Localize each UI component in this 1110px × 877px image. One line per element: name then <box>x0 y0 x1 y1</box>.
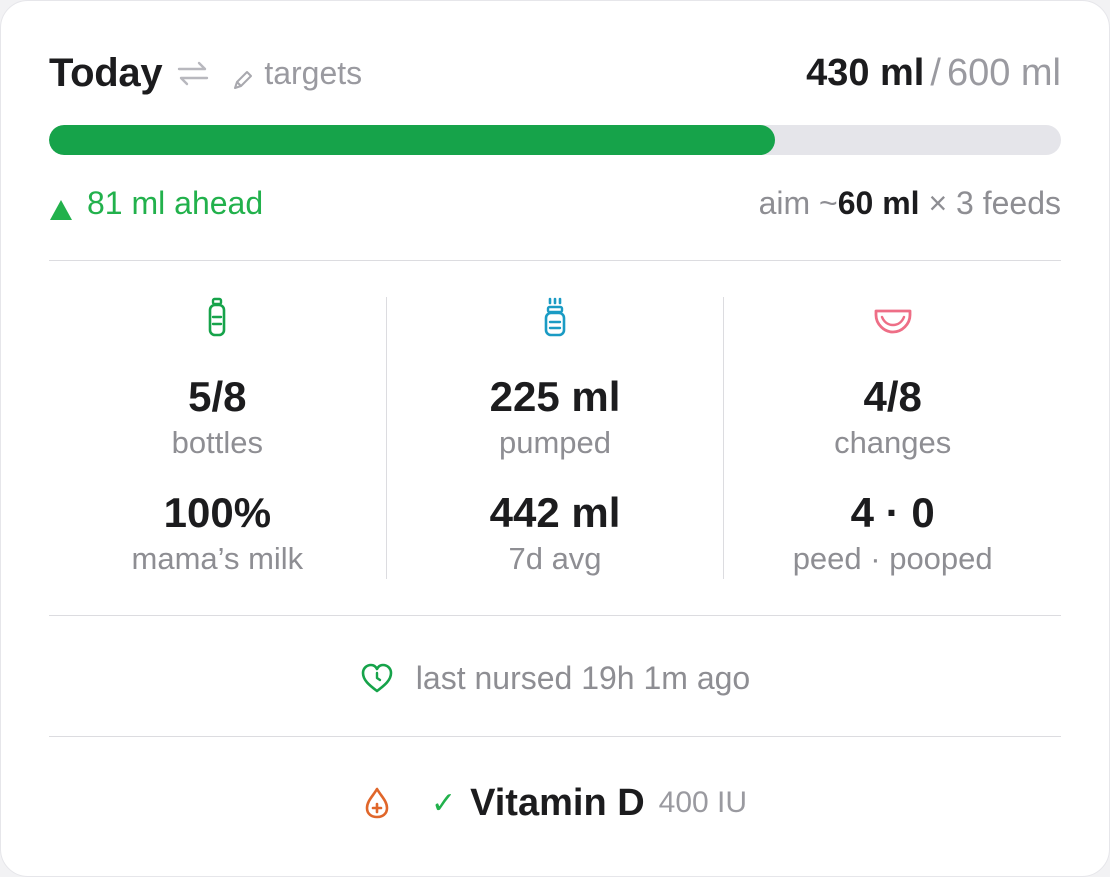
stat-changes[interactable]: 4/8 changes 4 · 0 peed · pooped <box>723 297 1061 579</box>
changes-label: changes <box>834 425 952 460</box>
total-target: 600 ml <box>946 51 1061 94</box>
aim-amount: 60 ml <box>837 184 920 221</box>
total-separator: / <box>930 51 941 94</box>
vitamin-row[interactable]: ✓ Vitamin D 400 IU <box>49 777 1061 829</box>
aim-suffix: × 3 feeds <box>928 184 1061 221</box>
divider-middle <box>49 615 1061 616</box>
daily-progress-bar <box>49 125 1061 155</box>
today-summary-card: Today targets 430 ml/600 ml 81 ml ahead … <box>0 0 1110 877</box>
header-left: Today targets <box>49 51 362 96</box>
status-row: 81 ml ahead aim ~60 ml × 3 feeds <box>49 181 1061 225</box>
diaper-icon <box>724 297 1061 341</box>
vitamin-drop-icon <box>363 786 391 820</box>
edit-targets-button[interactable]: targets <box>232 55 362 92</box>
pumped-amount: 225 ml <box>489 373 621 420</box>
mamas-milk-label: mama’s milk <box>131 541 304 576</box>
progress-fill <box>49 125 775 155</box>
seven-day-average-label: 7d avg <box>508 541 602 576</box>
stat-bottles[interactable]: 5/8 bottles 100% mama’s milk <box>49 297 386 579</box>
divider-top <box>49 260 1061 261</box>
card-title: Today <box>49 50 163 95</box>
card-header: Today targets 430 ml/600 ml <box>49 45 1061 101</box>
ahead-text: 81 ml ahead <box>87 184 264 221</box>
vitamin-dose: 400 IU <box>658 786 748 819</box>
seven-day-average: 442 ml <box>489 489 621 536</box>
bottles-count: 5/8 <box>188 373 247 420</box>
pencil-icon <box>232 62 254 89</box>
aim-prefix: aim ~ <box>758 184 838 221</box>
vitamin-name: Vitamin D <box>470 781 645 824</box>
ahead-indicator: 81 ml ahead <box>49 185 263 222</box>
swap-icon[interactable] <box>176 59 210 87</box>
check-icon: ✓ <box>430 786 457 820</box>
last-nursed-text: last nursed 19h 1m ago <box>415 659 751 696</box>
last-nursed-row[interactable]: last nursed 19h 1m ago <box>49 653 1061 703</box>
heart-clock-icon <box>360 662 394 694</box>
pump-icon <box>387 297 724 341</box>
bottles-label: bottles <box>171 425 263 460</box>
targets-label: targets <box>264 54 363 91</box>
aim-text: aim ~60 ml × 3 feeds <box>759 185 1061 222</box>
divider-bottom <box>49 736 1061 737</box>
stats-grid: 5/8 bottles 100% mama’s milk 225 ml pump… <box>49 297 1061 579</box>
pumped-label: pumped <box>498 425 612 460</box>
peed-pooped-label: peed · pooped <box>792 541 993 576</box>
peed-pooped-count: 4 · 0 <box>850 489 935 536</box>
daily-total: 430 ml/600 ml <box>806 52 1061 95</box>
mamas-milk-percent: 100% <box>163 489 272 536</box>
up-triangle-icon <box>49 192 73 220</box>
bottle-icon <box>49 297 386 341</box>
total-current: 430 ml <box>806 51 925 94</box>
changes-count: 4/8 <box>863 373 922 420</box>
stat-pumped[interactable]: 225 ml pumped 442 ml 7d avg <box>385 297 724 579</box>
